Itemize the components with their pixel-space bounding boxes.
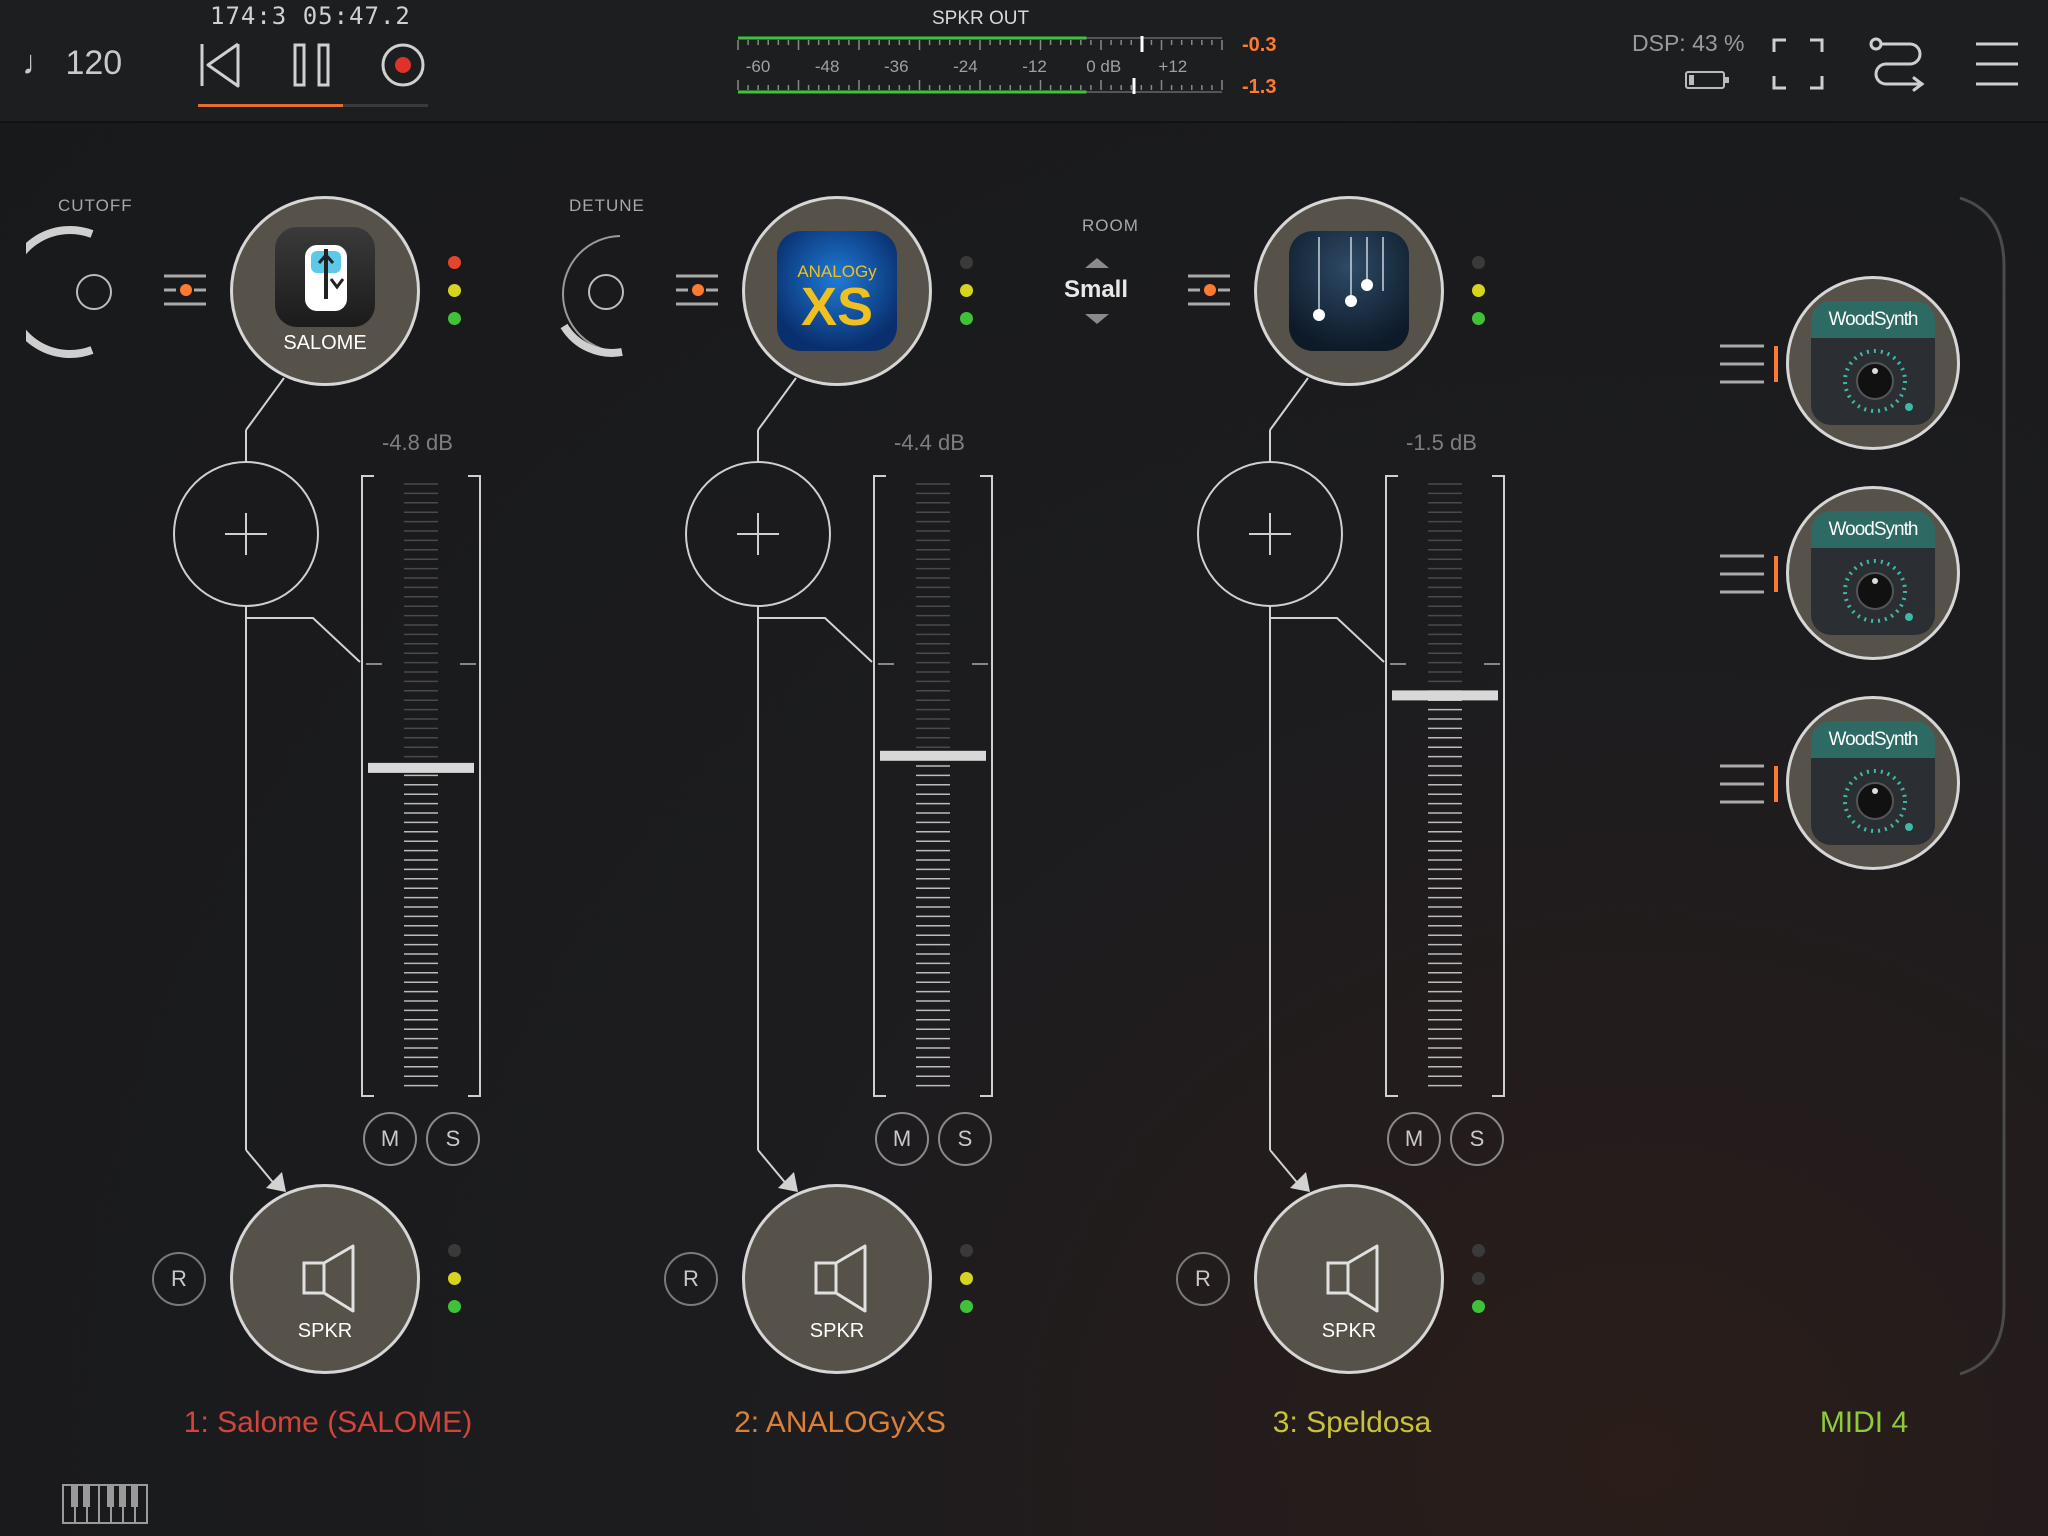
plugin-settings-icon[interactable] [162, 270, 210, 319]
activity-led [448, 284, 461, 297]
output-activity-led [1472, 1244, 1485, 1257]
fader-handle [880, 750, 986, 761]
plugin-name-label: SALOME [283, 332, 367, 354]
battery-icon [1684, 68, 1732, 99]
plugin-settings-icon[interactable] [1186, 270, 1234, 319]
synth-knob-icon [1833, 341, 1917, 422]
analogyxs-app-icon: ANALOGy XS [777, 231, 897, 351]
record-arm-button[interactable]: R [1176, 1252, 1230, 1306]
speaker-icon [813, 1243, 873, 1320]
fader-bracket-right [980, 475, 993, 1097]
fader-bracket-left [1385, 475, 1398, 1097]
speaker-icon [301, 1243, 361, 1320]
synth-knob-icon [1833, 761, 1917, 842]
param-up-arrow[interactable] [1082, 256, 1112, 275]
output-activity-led [960, 1272, 973, 1285]
piano-keyboard-icon[interactable] [62, 1484, 148, 1529]
channel-strip: CUTOFF SALOME -4.8 dB M S R SPKR 1: Salome (SAL… [0, 0, 512, 1536]
fullscreen-icon[interactable] [1772, 38, 1824, 95]
add-effect-button[interactable] [685, 461, 831, 607]
channel-strip: ROOM Small -1.5 dB M S R SPKR 3: Speldosa [1024, 0, 1536, 1536]
volume-fader[interactable] [1384, 474, 1506, 1098]
midi-plugin-name: WoodSynth [1828, 519, 1919, 540]
fader-bracket-right [468, 475, 481, 1097]
solo-button[interactable]: S [426, 1112, 480, 1166]
output-activity-led [1472, 1300, 1485, 1313]
output-label: SPKR [1321, 1320, 1377, 1342]
instrument-plugin-node[interactable]: SALOME [230, 196, 420, 386]
fader-handle [368, 762, 474, 773]
record-arm-button[interactable]: R [152, 1252, 206, 1306]
volume-db: -4.8 dB [382, 430, 453, 455]
solo-button[interactable]: S [1450, 1112, 1504, 1166]
activity-led [448, 312, 461, 325]
param-knob[interactable] [538, 224, 638, 369]
output-activity-led [960, 1300, 973, 1313]
midi-plugin-settings-icon[interactable] [1718, 550, 1782, 605]
midi-plugin-node[interactable]: WoodSynth [1786, 696, 1960, 870]
routing-icon[interactable] [1868, 34, 1928, 99]
midi-plugin-settings-icon[interactable] [1718, 760, 1782, 815]
fader-bracket-left [361, 475, 374, 1097]
channel-strip: DETUNE ANALOGy XS -4.4 dB M S R SPKR 2: ANALOGyX… [512, 0, 1024, 1536]
channel-name[interactable]: 1: Salome (SALOME) [128, 1406, 528, 1440]
synth-knob-icon [1833, 551, 1917, 632]
param-label: CUTOFF [58, 196, 133, 215]
record-arm-button[interactable]: R [664, 1252, 718, 1306]
midi-plugin-node[interactable]: WoodSynth [1786, 486, 1960, 660]
param-down-arrow[interactable] [1082, 312, 1112, 331]
fader-bracket-left [873, 475, 886, 1097]
channel-name-midi[interactable]: MIDI 4 [1664, 1406, 2048, 1440]
output-label: SPKR [809, 1320, 865, 1342]
instrument-plugin-node[interactable] [1254, 196, 1444, 386]
mute-button[interactable]: M [875, 1112, 929, 1166]
fader-handle [1392, 690, 1498, 701]
activity-led [1472, 256, 1485, 269]
activity-led [960, 312, 973, 325]
plugin-settings-icon[interactable] [674, 270, 722, 319]
volume-fader[interactable] [360, 474, 482, 1098]
salome-app-icon [275, 227, 375, 327]
channel-name[interactable]: 3: Speldosa [1152, 1406, 1552, 1440]
solo-button[interactable]: S [938, 1112, 992, 1166]
output-activity-led [448, 1272, 461, 1285]
output-label: SPKR [297, 1320, 353, 1342]
activity-led [1472, 284, 1485, 297]
activity-led [960, 284, 973, 297]
mute-button[interactable]: M [1387, 1112, 1441, 1166]
add-effect-button[interactable] [173, 461, 319, 607]
output-activity-led [960, 1244, 973, 1257]
param-value[interactable]: Small [1026, 276, 1166, 304]
instrument-plugin-node[interactable]: ANALOGy XS [742, 196, 932, 386]
output-activity-led [448, 1300, 461, 1313]
param-label: ROOM [1082, 216, 1139, 235]
output-node[interactable]: SPKR [1254, 1184, 1444, 1374]
add-effect-button[interactable] [1197, 461, 1343, 607]
channel-name[interactable]: 2: ANALOGyXS [640, 1406, 1040, 1440]
midi-plugin-settings-icon[interactable] [1718, 340, 1782, 395]
svg-text:XS: XS [801, 277, 873, 337]
mute-button[interactable]: M [363, 1112, 417, 1166]
output-activity-led [448, 1244, 461, 1257]
menu-icon[interactable] [1974, 40, 2020, 93]
speldosa-app-icon [1289, 231, 1409, 351]
fader-bracket-right [1492, 475, 1505, 1097]
activity-led [960, 256, 973, 269]
activity-led [448, 256, 461, 269]
output-activity-led [1472, 1272, 1485, 1285]
dsp-load: DSP: 43 % [1632, 30, 1745, 56]
param-label: DETUNE [569, 196, 645, 215]
activity-led [1472, 312, 1485, 325]
midi-plugin-name: WoodSynth [1828, 309, 1919, 330]
param-knob[interactable] [4, 224, 126, 369]
volume-db: -4.4 dB [894, 430, 965, 455]
midi-plugin-node[interactable]: WoodSynth [1786, 276, 1960, 450]
output-node[interactable]: SPKR [742, 1184, 932, 1374]
output-node[interactable]: SPKR [230, 1184, 420, 1374]
midi-plugin-name: WoodSynth [1828, 729, 1919, 750]
speaker-icon [1325, 1243, 1385, 1320]
volume-fader[interactable] [872, 474, 994, 1098]
volume-db: -1.5 dB [1406, 430, 1477, 455]
